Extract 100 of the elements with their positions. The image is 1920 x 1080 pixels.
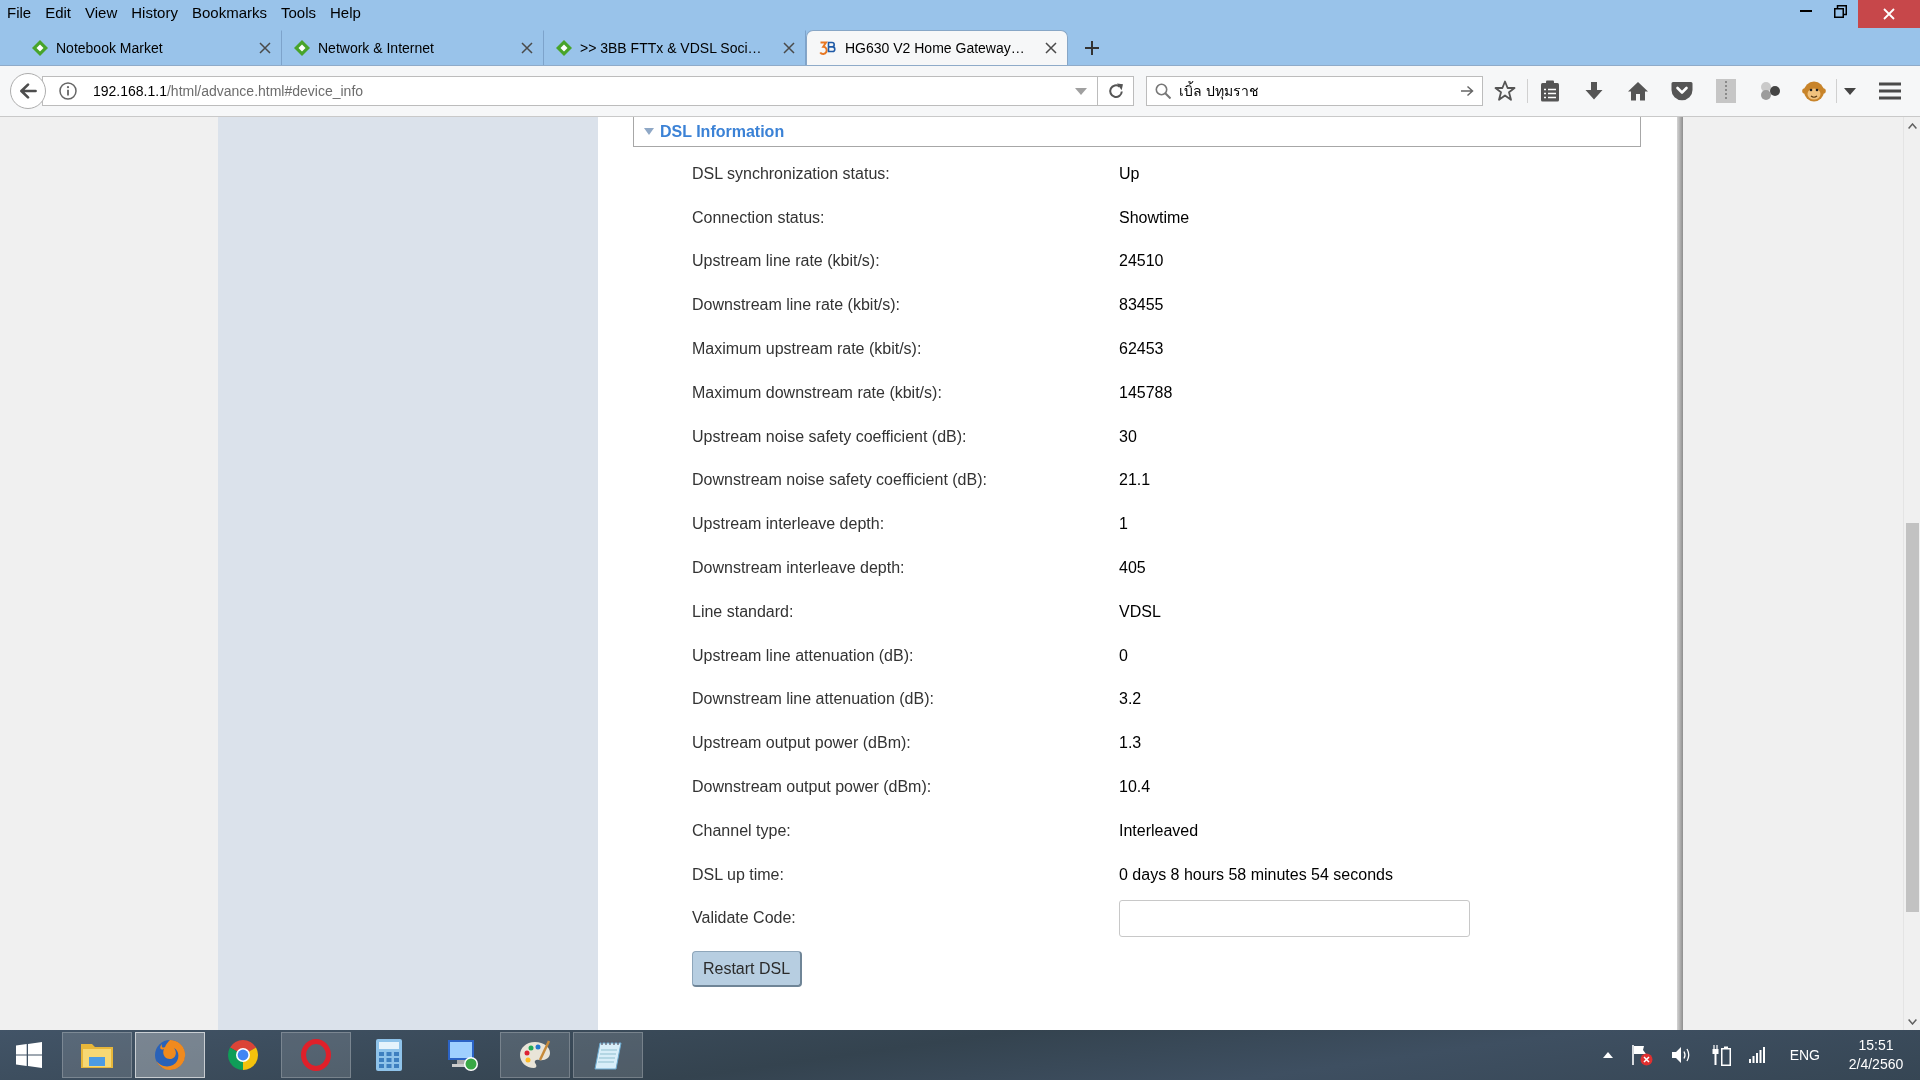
archive-icon xyxy=(1716,79,1736,103)
field-label: Validate Code: xyxy=(692,908,797,929)
monitor-icon xyxy=(446,1039,478,1071)
taskbar-app-button[interactable] xyxy=(573,1032,643,1078)
close-window-button[interactable] xyxy=(1858,0,1920,28)
close-icon[interactable] xyxy=(521,42,533,54)
field-label: Upstream output power (dBm): xyxy=(692,733,912,754)
monkey-face-icon xyxy=(1802,80,1826,102)
field-label: Upstream line attenuation (dB): xyxy=(692,645,915,666)
logo-icon xyxy=(819,40,837,56)
field-label: Downstream noise safety coefficient (dB): xyxy=(692,470,988,491)
field-value: 83455 xyxy=(1119,295,1164,316)
language-indicator[interactable]: ENG xyxy=(1789,1044,1820,1066)
section-header[interactable]: DSL Information xyxy=(633,117,1641,147)
menu-item[interactable]: File xyxy=(0,0,39,22)
validate-code-field[interactable] xyxy=(1119,899,1470,937)
reload-button[interactable] xyxy=(1098,76,1134,106)
back-arrow-icon xyxy=(19,83,37,99)
field-value: 0 days 8 hours 58 minutes 54 seconds xyxy=(1119,864,1393,885)
close-icon[interactable] xyxy=(1045,42,1057,54)
taskbar-app-button[interactable] xyxy=(62,1032,132,1078)
field-value: 1.3 xyxy=(1119,733,1142,754)
field-value: 1 xyxy=(1119,514,1128,535)
field-value: 24510 xyxy=(1119,251,1164,272)
close-icon[interactable] xyxy=(259,42,271,54)
field-label: DSL synchronization status: xyxy=(692,163,891,184)
field-label: Line standard: xyxy=(692,601,795,622)
diamond-icon xyxy=(294,40,310,56)
field-value: 405 xyxy=(1119,558,1146,579)
field-value: 10.4 xyxy=(1119,777,1151,798)
field-value: Up xyxy=(1119,163,1140,184)
field-value: 30 xyxy=(1119,426,1137,447)
field-label: Upstream line rate (kbit/s): xyxy=(692,251,881,272)
caret-up-icon xyxy=(1602,1052,1613,1058)
taskbar-app-button[interactable] xyxy=(135,1032,205,1078)
right-arrow-icon[interactable] xyxy=(1460,85,1474,97)
chevron-down-icon xyxy=(1907,1018,1917,1025)
calculator-icon xyxy=(376,1039,402,1071)
menu-item[interactable]: Edit xyxy=(38,0,79,22)
back-button[interactable] xyxy=(10,73,46,109)
plus-icon xyxy=(1084,39,1100,56)
info-icon[interactable] xyxy=(59,82,77,100)
four-panes-icon xyxy=(16,1042,42,1068)
menu-item[interactable]: Tools xyxy=(274,0,323,22)
section-title: DSL Information xyxy=(660,121,785,142)
field-label: Maximum downstream rate (kbit/s): xyxy=(692,382,943,403)
caret-icon xyxy=(1844,87,1856,95)
field-value: 3.2 xyxy=(1119,689,1142,710)
field-value: Interleaved xyxy=(1119,820,1199,841)
signal-bars-icon xyxy=(1748,1047,1765,1063)
clock-date[interactable]: 2/4/2560 xyxy=(1848,1055,1904,1074)
field-label: Channel type: xyxy=(692,820,792,841)
browser-tab[interactable]: HG630 V2 Home Gateway… xyxy=(806,30,1068,65)
clock-time[interactable]: 15:51 xyxy=(1858,1036,1894,1055)
diamond-icon xyxy=(32,40,48,56)
clipboard-list-icon xyxy=(1540,80,1560,102)
field-value: 62453 xyxy=(1119,339,1164,360)
field-label: Downstream output power (dBm): xyxy=(692,777,933,798)
search-icon xyxy=(1155,83,1171,99)
search-field[interactable]: เบิ้ล ปทุมราช xyxy=(1146,76,1483,106)
menu-item[interactable]: View xyxy=(78,0,125,22)
close-icon[interactable] xyxy=(783,42,795,54)
menu-item[interactable]: Bookmarks xyxy=(184,0,274,22)
palette-icon xyxy=(519,1040,551,1070)
field-value: 21.1 xyxy=(1119,470,1151,491)
field-value: Showtime xyxy=(1119,207,1190,228)
chevron-up-icon xyxy=(1907,122,1917,129)
field-label: Maximum upstream rate (kbit/s): xyxy=(692,339,923,360)
scrollbar-thumb[interactable] xyxy=(1905,523,1919,912)
field-value: VDSL xyxy=(1119,601,1161,622)
download-arrow-icon xyxy=(1584,81,1604,101)
reload-icon xyxy=(1106,82,1125,100)
url-text: 192.168.1.1/html/advance.html#device_info xyxy=(93,81,365,101)
globe-icon xyxy=(154,1039,186,1071)
home-icon xyxy=(1627,81,1649,101)
segmented-circle-icon xyxy=(227,1039,259,1071)
field-label: Downstream line attenuation (dB): xyxy=(692,689,935,710)
flag-icon xyxy=(1630,1044,1653,1066)
diamond-icon xyxy=(556,40,572,56)
field-label: Upstream interleave depth: xyxy=(692,514,886,535)
dropdown-triangle-icon[interactable] xyxy=(1075,87,1087,95)
field-label: Upstream noise safety coefficient (dB): xyxy=(692,426,968,447)
field-label: Connection status: xyxy=(692,207,826,228)
close-icon xyxy=(1883,8,1895,20)
field-value: 0 xyxy=(1119,645,1128,666)
restart-dsl-button[interactable]: Restart DSL xyxy=(692,951,802,988)
field-label: DSL up time: xyxy=(692,864,785,885)
minimize-icon xyxy=(1799,10,1812,12)
field-label: Downstream line rate (kbit/s): xyxy=(692,295,902,316)
ring-icon xyxy=(301,1039,331,1071)
menu-item[interactable]: Help xyxy=(323,0,368,22)
star-icon xyxy=(1494,80,1516,102)
menu-icon xyxy=(1879,82,1901,100)
taskbar-app-button[interactable] xyxy=(500,1032,570,1078)
menu-item[interactable]: History xyxy=(124,0,185,22)
address-field[interactable]: 192.168.1.1/html/advance.html#device_info xyxy=(42,76,1098,106)
field-value: 145788 xyxy=(1119,382,1173,403)
circles-icon xyxy=(1759,81,1781,101)
battery-plug-icon xyxy=(1710,1044,1731,1066)
restore-icon xyxy=(1834,4,1847,18)
